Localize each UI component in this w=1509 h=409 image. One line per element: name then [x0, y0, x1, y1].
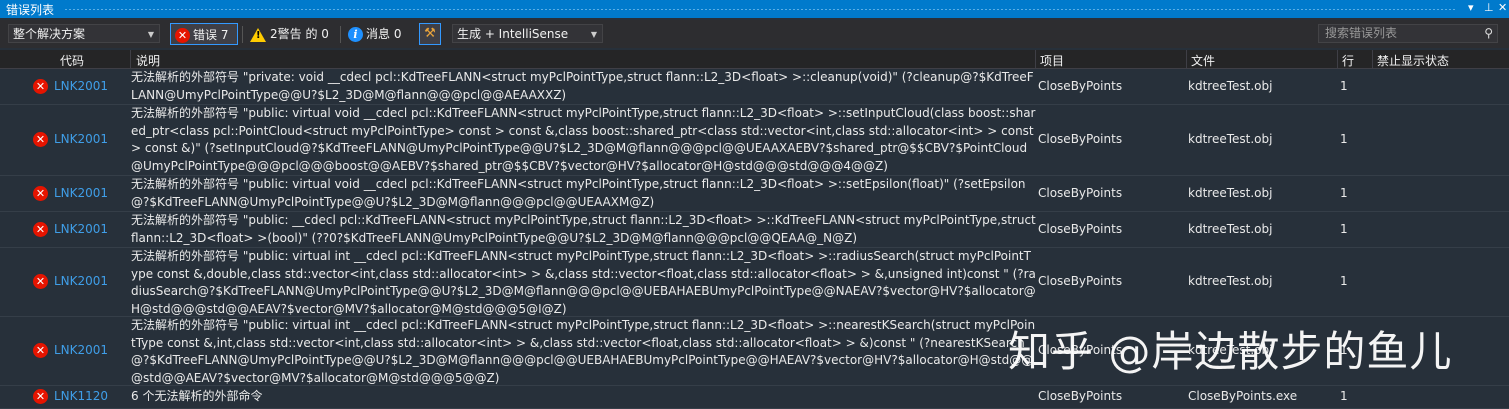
error-description: 无法解析的外部符号 "public: virtual void __cdecl … — [131, 177, 1026, 209]
watermark: 知乎 @岸边散步的鱼儿 — [1008, 327, 1453, 376]
error-project: CloseByPoints — [1038, 132, 1123, 146]
error-file: kdtreeTest.obj — [1188, 274, 1273, 288]
error-line: 1 — [1340, 222, 1348, 236]
warning-icon: ! — [250, 27, 266, 42]
error-line: 1 — [1340, 274, 1348, 288]
error-list-titlebar: 错误列表 ▾ ⊥ ✕ — [0, 0, 1509, 18]
error-file: CloseByPoints.exe — [1188, 389, 1298, 403]
table-row[interactable]: ✕ LNK2001 无法解析的外部符号 "public: virtual int… — [0, 248, 1509, 317]
warnings-filter-button[interactable]: ! 2警告 的 0 — [246, 23, 338, 45]
scope-label: 整个解决方案 — [13, 27, 86, 41]
error-icon: ✕ — [33, 132, 48, 147]
messages-filter-button[interactable]: i 消息 0 — [344, 23, 410, 45]
error-description: 无法解析的外部符号 "public: virtual int __cdecl p… — [131, 318, 1036, 385]
scope-dropdown[interactable]: 整个解决方案 ▼ — [8, 24, 160, 43]
close-icon[interactable]: ✕ — [1498, 1, 1507, 14]
column-suppress[interactable]: 禁止显示状态 — [1377, 52, 1449, 69]
error-icon: ✕ — [175, 28, 190, 43]
search-icon[interactable]: ⚲ — [1484, 25, 1493, 42]
error-line: 1 — [1340, 132, 1348, 146]
error-line: 1 — [1340, 389, 1348, 403]
build-filter-dropdown[interactable]: 生成 + IntelliSense ▼ — [452, 24, 603, 43]
error-description: 6 个无法解析的外部命令 — [131, 389, 263, 403]
pin-icon[interactable]: ⊥ — [1484, 1, 1494, 14]
column-divider[interactable] — [1337, 50, 1338, 68]
column-line[interactable]: 行 — [1342, 52, 1354, 69]
errors-label: 错误 7 — [193, 28, 229, 42]
build-filter-label: 生成 + IntelliSense — [457, 27, 569, 41]
column-project[interactable]: 项目 — [1040, 52, 1064, 69]
warnings-label: 2警告 的 0 — [270, 27, 329, 41]
error-code-link[interactable]: LNK2001 — [54, 79, 108, 93]
table-row[interactable]: ✕ LNK1120 6 个无法解析的外部命令 CloseByPoints Clo… — [0, 386, 1509, 409]
table-row[interactable]: ✕ LNK2001 无法解析的外部符号 "public: virtual voi… — [0, 176, 1509, 212]
column-file[interactable]: 文件 — [1191, 52, 1215, 69]
title-grip[interactable] — [64, 8, 1457, 11]
error-description: 无法解析的外部符号 "public: __cdecl pcl::KdTreeFL… — [131, 213, 1040, 245]
column-divider[interactable] — [130, 50, 131, 68]
window-title: 错误列表 — [6, 3, 55, 17]
error-file: kdtreeTest.obj — [1188, 186, 1273, 200]
table-row[interactable]: ✕ LNK2001 无法解析的外部符号 "public: virtual voi… — [0, 105, 1509, 176]
error-icon: ✕ — [33, 274, 48, 289]
chevron-down-icon: ▼ — [590, 30, 597, 39]
error-file: kdtreeTest.obj — [1188, 132, 1273, 146]
error-line: 1 — [1340, 186, 1348, 200]
error-file: kdtreeTest.obj — [1188, 79, 1273, 93]
error-code-link[interactable]: LNK2001 — [54, 274, 108, 288]
error-icon: ✕ — [33, 343, 48, 358]
error-project: CloseByPoints — [1038, 389, 1123, 403]
error-project: CloseByPoints — [1038, 79, 1123, 93]
error-icon: ✕ — [33, 389, 48, 404]
dropdown-arrow-icon[interactable]: ▾ — [1468, 1, 1474, 14]
messages-label: 消息 0 — [366, 27, 402, 41]
search-input[interactable]: 搜索错误列表 ⚲ — [1318, 24, 1498, 43]
error-file: kdtreeTest.obj — [1188, 222, 1273, 236]
table-header: 代码 说明 项目 文件 行 禁止显示状态 — [0, 50, 1509, 69]
error-description: 无法解析的外部符号 "private: void __cdecl pcl::Kd… — [131, 70, 1034, 102]
error-description: 无法解析的外部符号 "public: virtual void __cdecl … — [131, 106, 1038, 173]
column-desc[interactable]: 说明 — [136, 52, 160, 69]
error-icon: ✕ — [33, 186, 48, 201]
error-line: 1 — [1340, 79, 1348, 93]
error-project: CloseByPoints — [1038, 186, 1123, 200]
column-divider[interactable] — [1372, 50, 1373, 68]
error-list-toolbar: 整个解决方案 ▼ ✕ 错误 7 ! 2警告 的 0 i 消息 0 ⚒ 生成 + Int… — [0, 20, 1509, 48]
error-code-link[interactable]: LNK2001 — [54, 132, 108, 146]
error-project: CloseByPoints — [1038, 274, 1123, 288]
table-row[interactable]: ✕ LNK2001 无法解析的外部符号 "private: void __cde… — [0, 69, 1509, 105]
error-project: CloseByPoints — [1038, 222, 1123, 236]
error-code-link[interactable]: LNK2001 — [54, 343, 108, 357]
separator — [340, 26, 341, 43]
error-description: 无法解析的外部符号 "public: virtual int __cdecl p… — [131, 249, 1036, 316]
errors-filter-button[interactable]: ✕ 错误 7 — [170, 23, 238, 45]
column-code[interactable]: 代码 — [60, 52, 84, 69]
clear-filter-icon[interactable]: ⚒ — [419, 23, 441, 45]
error-icon: ✕ — [33, 222, 48, 237]
chevron-down-icon: ▼ — [147, 30, 154, 39]
error-code-link[interactable]: LNK2001 — [54, 186, 108, 200]
column-divider[interactable] — [1186, 50, 1187, 68]
search-placeholder: 搜索错误列表 — [1325, 26, 1398, 40]
error-code-link[interactable]: LNK1120 — [54, 389, 108, 403]
table-row[interactable]: ✕ LNK2001 无法解析的外部符号 "public: __cdecl pcl… — [0, 212, 1509, 248]
column-divider[interactable] — [1035, 50, 1036, 68]
info-icon: i — [348, 27, 363, 42]
separator — [242, 26, 243, 43]
error-code-link[interactable]: LNK2001 — [54, 222, 108, 236]
error-icon: ✕ — [33, 79, 48, 94]
